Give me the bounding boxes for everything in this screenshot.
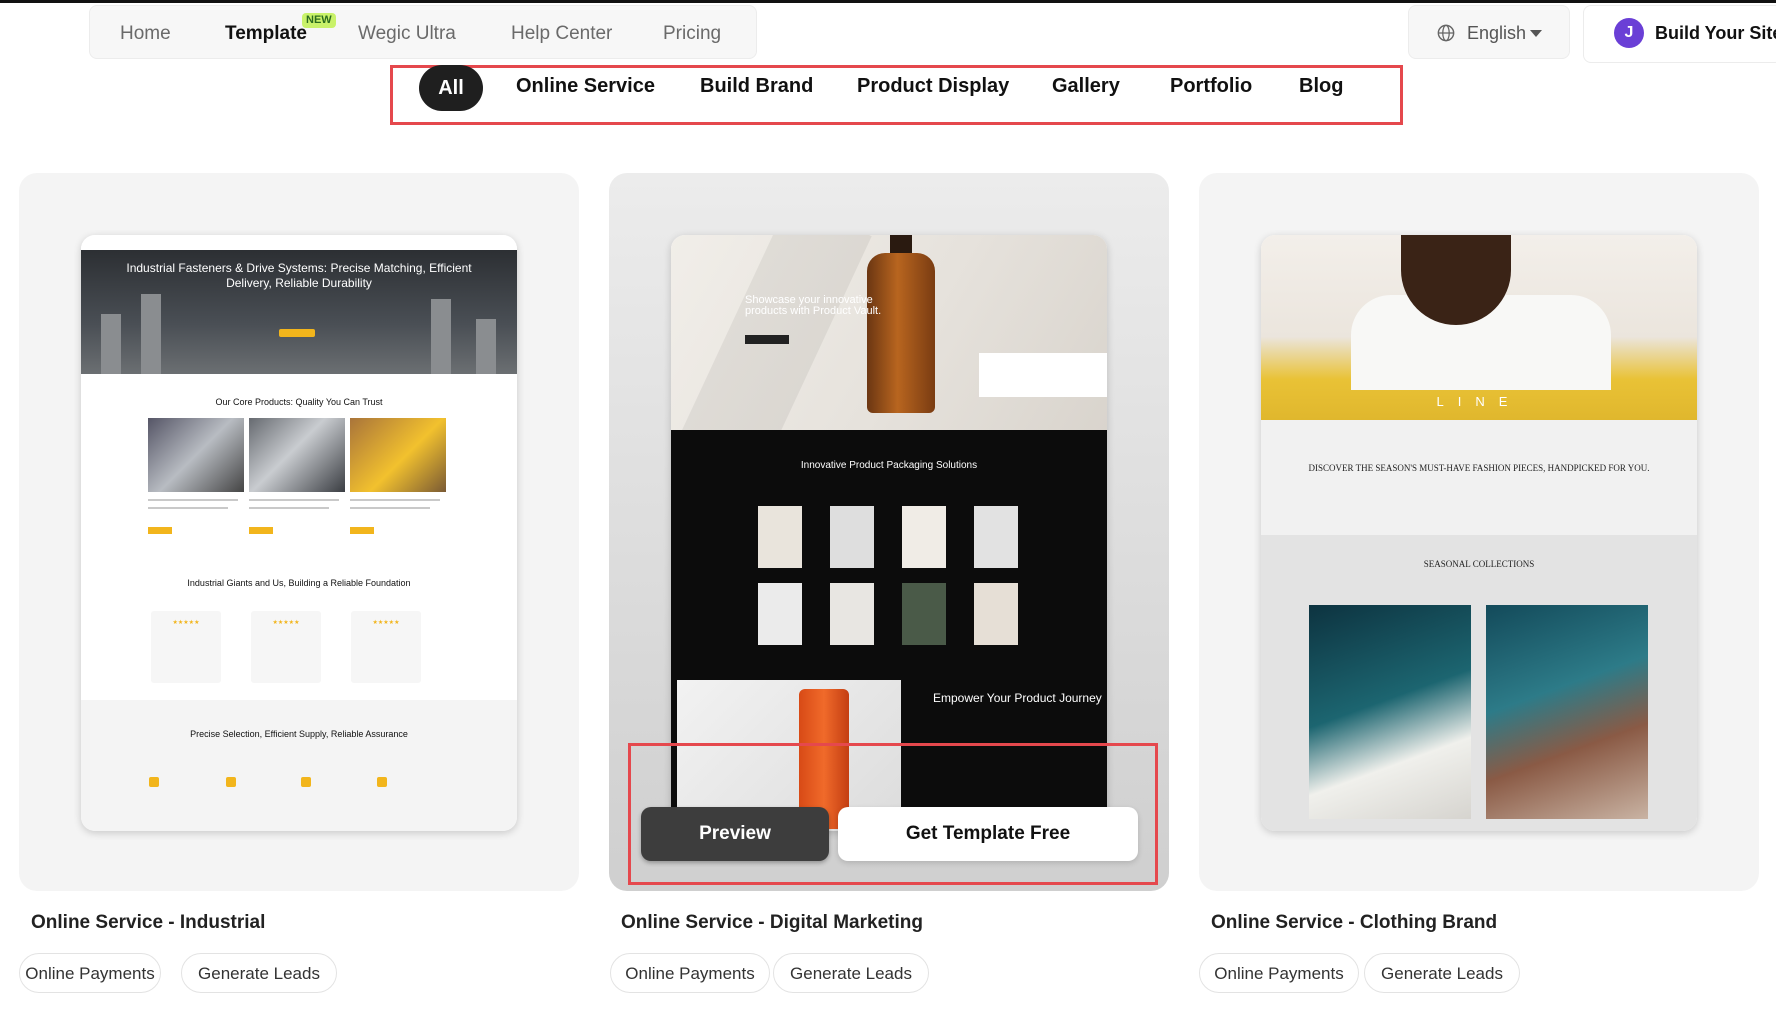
- card-title[interactable]: Online Service - Clothing Brand: [1211, 912, 1497, 934]
- filter-blog[interactable]: Blog: [1299, 75, 1343, 98]
- nav-home[interactable]: Home: [120, 23, 171, 45]
- nav-help-center[interactable]: Help Center: [511, 23, 612, 45]
- tag-generate-leads: Generate Leads: [181, 953, 337, 993]
- preview-cta-button: [279, 329, 315, 337]
- product-tile: [974, 506, 1018, 568]
- review-card: ★★★★★: [351, 611, 421, 683]
- preview-hero-text: Showcase your innovative products with P…: [745, 294, 882, 317]
- preview-section-title: SEASONAL COLLECTIONS: [1423, 559, 1535, 569]
- product-tile: [902, 583, 946, 645]
- review-card: ★★★★★: [251, 611, 321, 683]
- step-icon: [301, 777, 311, 787]
- stars-icon: ★★★★★: [272, 620, 300, 626]
- get-template-free-button[interactable]: Get Template Free: [838, 807, 1138, 861]
- preview-bottom-section: [81, 700, 517, 831]
- language-selector[interactable]: English: [1408, 5, 1570, 59]
- card-title[interactable]: Online Service - Industrial: [31, 912, 265, 934]
- preview-floating-card: [979, 353, 1107, 397]
- product-image: [249, 418, 345, 492]
- filter-all[interactable]: All: [419, 65, 483, 111]
- bottle-image: [867, 253, 935, 413]
- card-title[interactable]: Online Service - Digital Marketing: [621, 912, 923, 934]
- preview-section-title: Empower Your Product Journey: [933, 691, 1102, 705]
- chevron-down-icon: [1530, 30, 1542, 37]
- nav-template[interactable]: Template: [225, 23, 307, 45]
- preview-button: [148, 527, 172, 534]
- bottle-image: [890, 235, 912, 255]
- tag-online-payments: Online Payments: [610, 953, 770, 993]
- product-image: [350, 418, 446, 492]
- build-your-site-label: Build Your Site: [1655, 23, 1776, 43]
- new-badge: NEW: [302, 13, 336, 28]
- stars-icon: ★★★★★: [372, 620, 400, 626]
- tag-online-payments: Online Payments: [19, 953, 161, 993]
- filter-online-service[interactable]: Online Service: [516, 75, 655, 98]
- preview-button: [249, 527, 273, 534]
- preview-hero-word: LINE: [1436, 394, 1522, 409]
- model-photo: [1486, 605, 1648, 819]
- tag-generate-leads: Generate Leads: [1364, 953, 1520, 993]
- tag-online-payments: Online Payments: [1199, 953, 1359, 993]
- step-icon: [226, 777, 236, 787]
- product-tile: [758, 506, 802, 568]
- preview-section-title: Precise Selection, Efficient Supply, Rel…: [190, 729, 408, 739]
- model-photo: [1309, 605, 1471, 819]
- preview-topbar: [81, 235, 517, 250]
- product-tile: [902, 506, 946, 568]
- filter-portfolio[interactable]: Portfolio: [1170, 75, 1252, 98]
- preview-button[interactable]: Preview: [641, 807, 829, 861]
- top-border: [0, 0, 1776, 3]
- template-card-industrial[interactable]: Industrial Fasteners & Drive Systems: Pr…: [19, 173, 579, 891]
- preview-mid-section: [1261, 420, 1697, 535]
- product-tile: [830, 506, 874, 568]
- filter-build-brand[interactable]: Build Brand: [700, 75, 813, 98]
- step-icon: [149, 777, 159, 787]
- globe-icon: [1437, 24, 1455, 42]
- product-tile: [758, 583, 802, 645]
- preview-hero-title: Industrial Fasteners & Drive Systems: Pr…: [126, 261, 472, 290]
- template-preview-digital-marketing: Showcase your innovative products with P…: [671, 235, 1107, 831]
- filter-gallery[interactable]: Gallery: [1052, 75, 1120, 98]
- review-card: ★★★★★: [151, 611, 221, 683]
- product-tile: [974, 583, 1018, 645]
- preview-section-title: Our Core Products: Quality You Can Trust: [215, 397, 383, 407]
- nav-wegic-ultra[interactable]: Wegic Ultra: [358, 23, 456, 45]
- preview-section-title: Innovative Product Packaging Solutions: [800, 460, 978, 471]
- filter-product-display[interactable]: Product Display: [857, 75, 1009, 98]
- language-label: English: [1467, 23, 1527, 43]
- stars-icon: ★★★★★: [172, 620, 200, 626]
- preview-button: [350, 527, 374, 534]
- preview-section-title: Industrial Giants and Us, Building a Rel…: [187, 578, 411, 588]
- build-your-site-button[interactable]: J Build Your Site: [1583, 5, 1776, 63]
- template-card-clothing-brand[interactable]: LINE DISCOVER THE SEASON'S MUST-HAVE FAS…: [1199, 173, 1759, 891]
- preview-headline: DISCOVER THE SEASON'S MUST-HAVE FASHION …: [1308, 463, 1650, 473]
- template-preview-industrial: Industrial Fasteners & Drive Systems: Pr…: [81, 235, 517, 831]
- main-nav: Home Template NEW Wegic Ultra Help Cente…: [89, 5, 757, 59]
- product-image: [148, 418, 244, 492]
- nav-pricing[interactable]: Pricing: [663, 23, 721, 45]
- template-preview-clothing-brand: LINE DISCOVER THE SEASON'S MUST-HAVE FAS…: [1261, 235, 1697, 831]
- preview-cta-button: [745, 335, 789, 344]
- avatar: J: [1614, 18, 1644, 48]
- step-icon: [377, 777, 387, 787]
- tag-generate-leads: Generate Leads: [773, 953, 929, 993]
- product-tile: [830, 583, 874, 645]
